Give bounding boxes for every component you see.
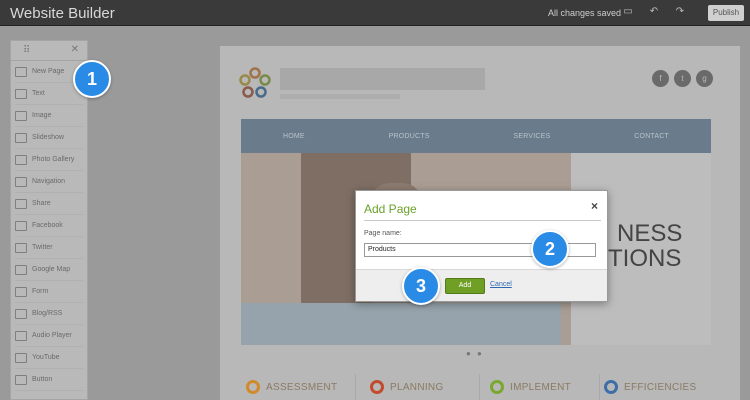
site-nav: HOME PRODUCTS SERVICES CONTACT: [241, 119, 711, 153]
step-callout-2: 2: [531, 230, 569, 268]
navigation-icon: [15, 176, 27, 187]
sidebar-item-label: Twitter: [32, 244, 53, 251]
audio-icon: [15, 330, 27, 341]
slideshow-icon: [15, 132, 27, 143]
sidebar-item-label: Button: [32, 376, 53, 383]
text-icon: [15, 88, 27, 99]
sidebar-item-twitter[interactable]: Twitter: [15, 237, 83, 259]
sidebar-item-audio-player[interactable]: Audio Player: [15, 325, 83, 347]
redo-icon[interactable]: ↷: [674, 6, 686, 18]
feature-assessment[interactable]: ASSESSMENT: [246, 374, 356, 400]
site-brand-placeholder: [280, 68, 485, 90]
feature-label: PLANNING: [390, 381, 444, 393]
step-callout-3: 3: [402, 267, 440, 305]
add-button[interactable]: Add: [445, 278, 485, 294]
twitter-icon: [15, 242, 27, 253]
preview-icon[interactable]: ▭: [622, 6, 634, 18]
sidebar-item-label: Text: [32, 90, 45, 97]
add-page-dialog: Add Page × Page name: Products Add Cance…: [355, 190, 608, 302]
sidebar-item-label: Photo Gallery: [32, 156, 75, 163]
site-logo-icon: [239, 67, 271, 98]
google-plus-icon[interactable]: g: [696, 70, 713, 87]
ring-icon: [246, 380, 260, 394]
sidebar-item-image[interactable]: Image: [15, 105, 83, 127]
map-icon: [15, 264, 27, 275]
gallery-icon: [15, 154, 27, 165]
feature-label: IMPLEMENT: [510, 381, 572, 393]
sidebar-item-label: New Page: [32, 68, 65, 75]
cancel-link[interactable]: Cancel: [490, 281, 512, 288]
dialog-title: Add Page: [364, 202, 417, 216]
elements-sidebar: ⠿ ✕ New Page Text Image Slideshow Photo …: [10, 40, 88, 400]
share-icon: [15, 198, 27, 209]
feature-implement[interactable]: IMPLEMENT: [490, 374, 600, 400]
nav-item-products[interactable]: PRODUCTS: [389, 133, 430, 140]
feature-label: ASSESSMENT: [266, 381, 338, 393]
sidebar-item-label: Audio Player: [32, 332, 72, 339]
sidebar-item-facebook[interactable]: Facebook: [15, 215, 83, 237]
sidebar-item-label: Share: [32, 200, 51, 207]
sidebar-item-label: Blog/RSS: [32, 310, 63, 317]
sidebar-item-photo-gallery[interactable]: Photo Gallery: [15, 149, 83, 171]
slide-dots[interactable]: ● ●: [466, 349, 484, 358]
image-icon: [15, 110, 27, 121]
sidebar-item-text[interactable]: Text: [15, 83, 83, 105]
facebook-icon[interactable]: f: [652, 70, 669, 87]
step-callout-1: 1: [73, 60, 111, 98]
sidebar-item-form[interactable]: Form: [15, 281, 83, 303]
sidebar-item-label: Navigation: [32, 178, 66, 185]
ring-icon: [370, 380, 384, 394]
sidebar-item-label: Image: [32, 112, 52, 119]
feature-label: EFFICIENCIES: [624, 381, 697, 393]
app-title: Website Builder: [10, 5, 115, 22]
hero-heading-line1: NESS: [617, 220, 683, 247]
nav-item-services[interactable]: SERVICES: [514, 133, 551, 140]
site-tagline-placeholder: [280, 94, 400, 99]
close-icon[interactable]: ×: [591, 199, 598, 213]
sidebar-item-button[interactable]: Button: [15, 369, 83, 391]
save-status: All changes saved: [548, 8, 622, 18]
nav-item-contact[interactable]: CONTACT: [634, 133, 669, 140]
divider: [364, 220, 601, 221]
ring-icon: [490, 380, 504, 394]
feature-planning[interactable]: PLANNING: [370, 374, 480, 400]
page-name-label: Page name:: [364, 230, 402, 237]
sidebar-item-label: YouTube: [32, 354, 60, 361]
publish-button[interactable]: Publish: [708, 5, 744, 21]
sidebar-item-youtube[interactable]: YouTube: [15, 347, 83, 369]
form-icon: [15, 286, 27, 297]
facebook-icon: [15, 220, 27, 231]
sidebar-item-label: Facebook: [32, 222, 63, 229]
hero-heading-line2: TIONS: [608, 245, 682, 272]
page-icon: [15, 66, 27, 77]
sidebar-item-label: Slideshow: [32, 134, 64, 141]
feature-efficiencies[interactable]: EFFICIENCIES: [604, 374, 714, 400]
sidebar-item-label: Form: [32, 288, 49, 295]
undo-icon[interactable]: ↶: [648, 6, 660, 18]
sidebar-header: ⠿ ✕: [11, 41, 87, 61]
hero-photo: [241, 303, 561, 345]
sidebar-item-blog-rss[interactable]: Blog/RSS: [15, 303, 83, 325]
youtube-icon: [15, 352, 27, 363]
sidebar-item-navigation[interactable]: Navigation: [15, 171, 83, 193]
rss-icon: [15, 308, 27, 319]
sidebar-item-google-map[interactable]: Google Map: [15, 259, 83, 281]
close-icon[interactable]: ✕: [71, 44, 79, 55]
top-bar: Website Builder All changes saved ▭ ↶ ↷ …: [0, 0, 750, 26]
sidebar-item-share[interactable]: Share: [15, 193, 83, 215]
drag-handle-icon[interactable]: ⠿: [23, 45, 30, 56]
button-icon: [15, 374, 27, 385]
twitter-icon[interactable]: t: [674, 70, 691, 87]
sidebar-item-label: Google Map: [32, 266, 71, 273]
dialog-footer: Add Cancel: [356, 269, 607, 301]
ring-icon: [604, 380, 618, 394]
sidebar-item-slideshow[interactable]: Slideshow: [15, 127, 83, 149]
nav-item-home[interactable]: HOME: [283, 133, 305, 140]
